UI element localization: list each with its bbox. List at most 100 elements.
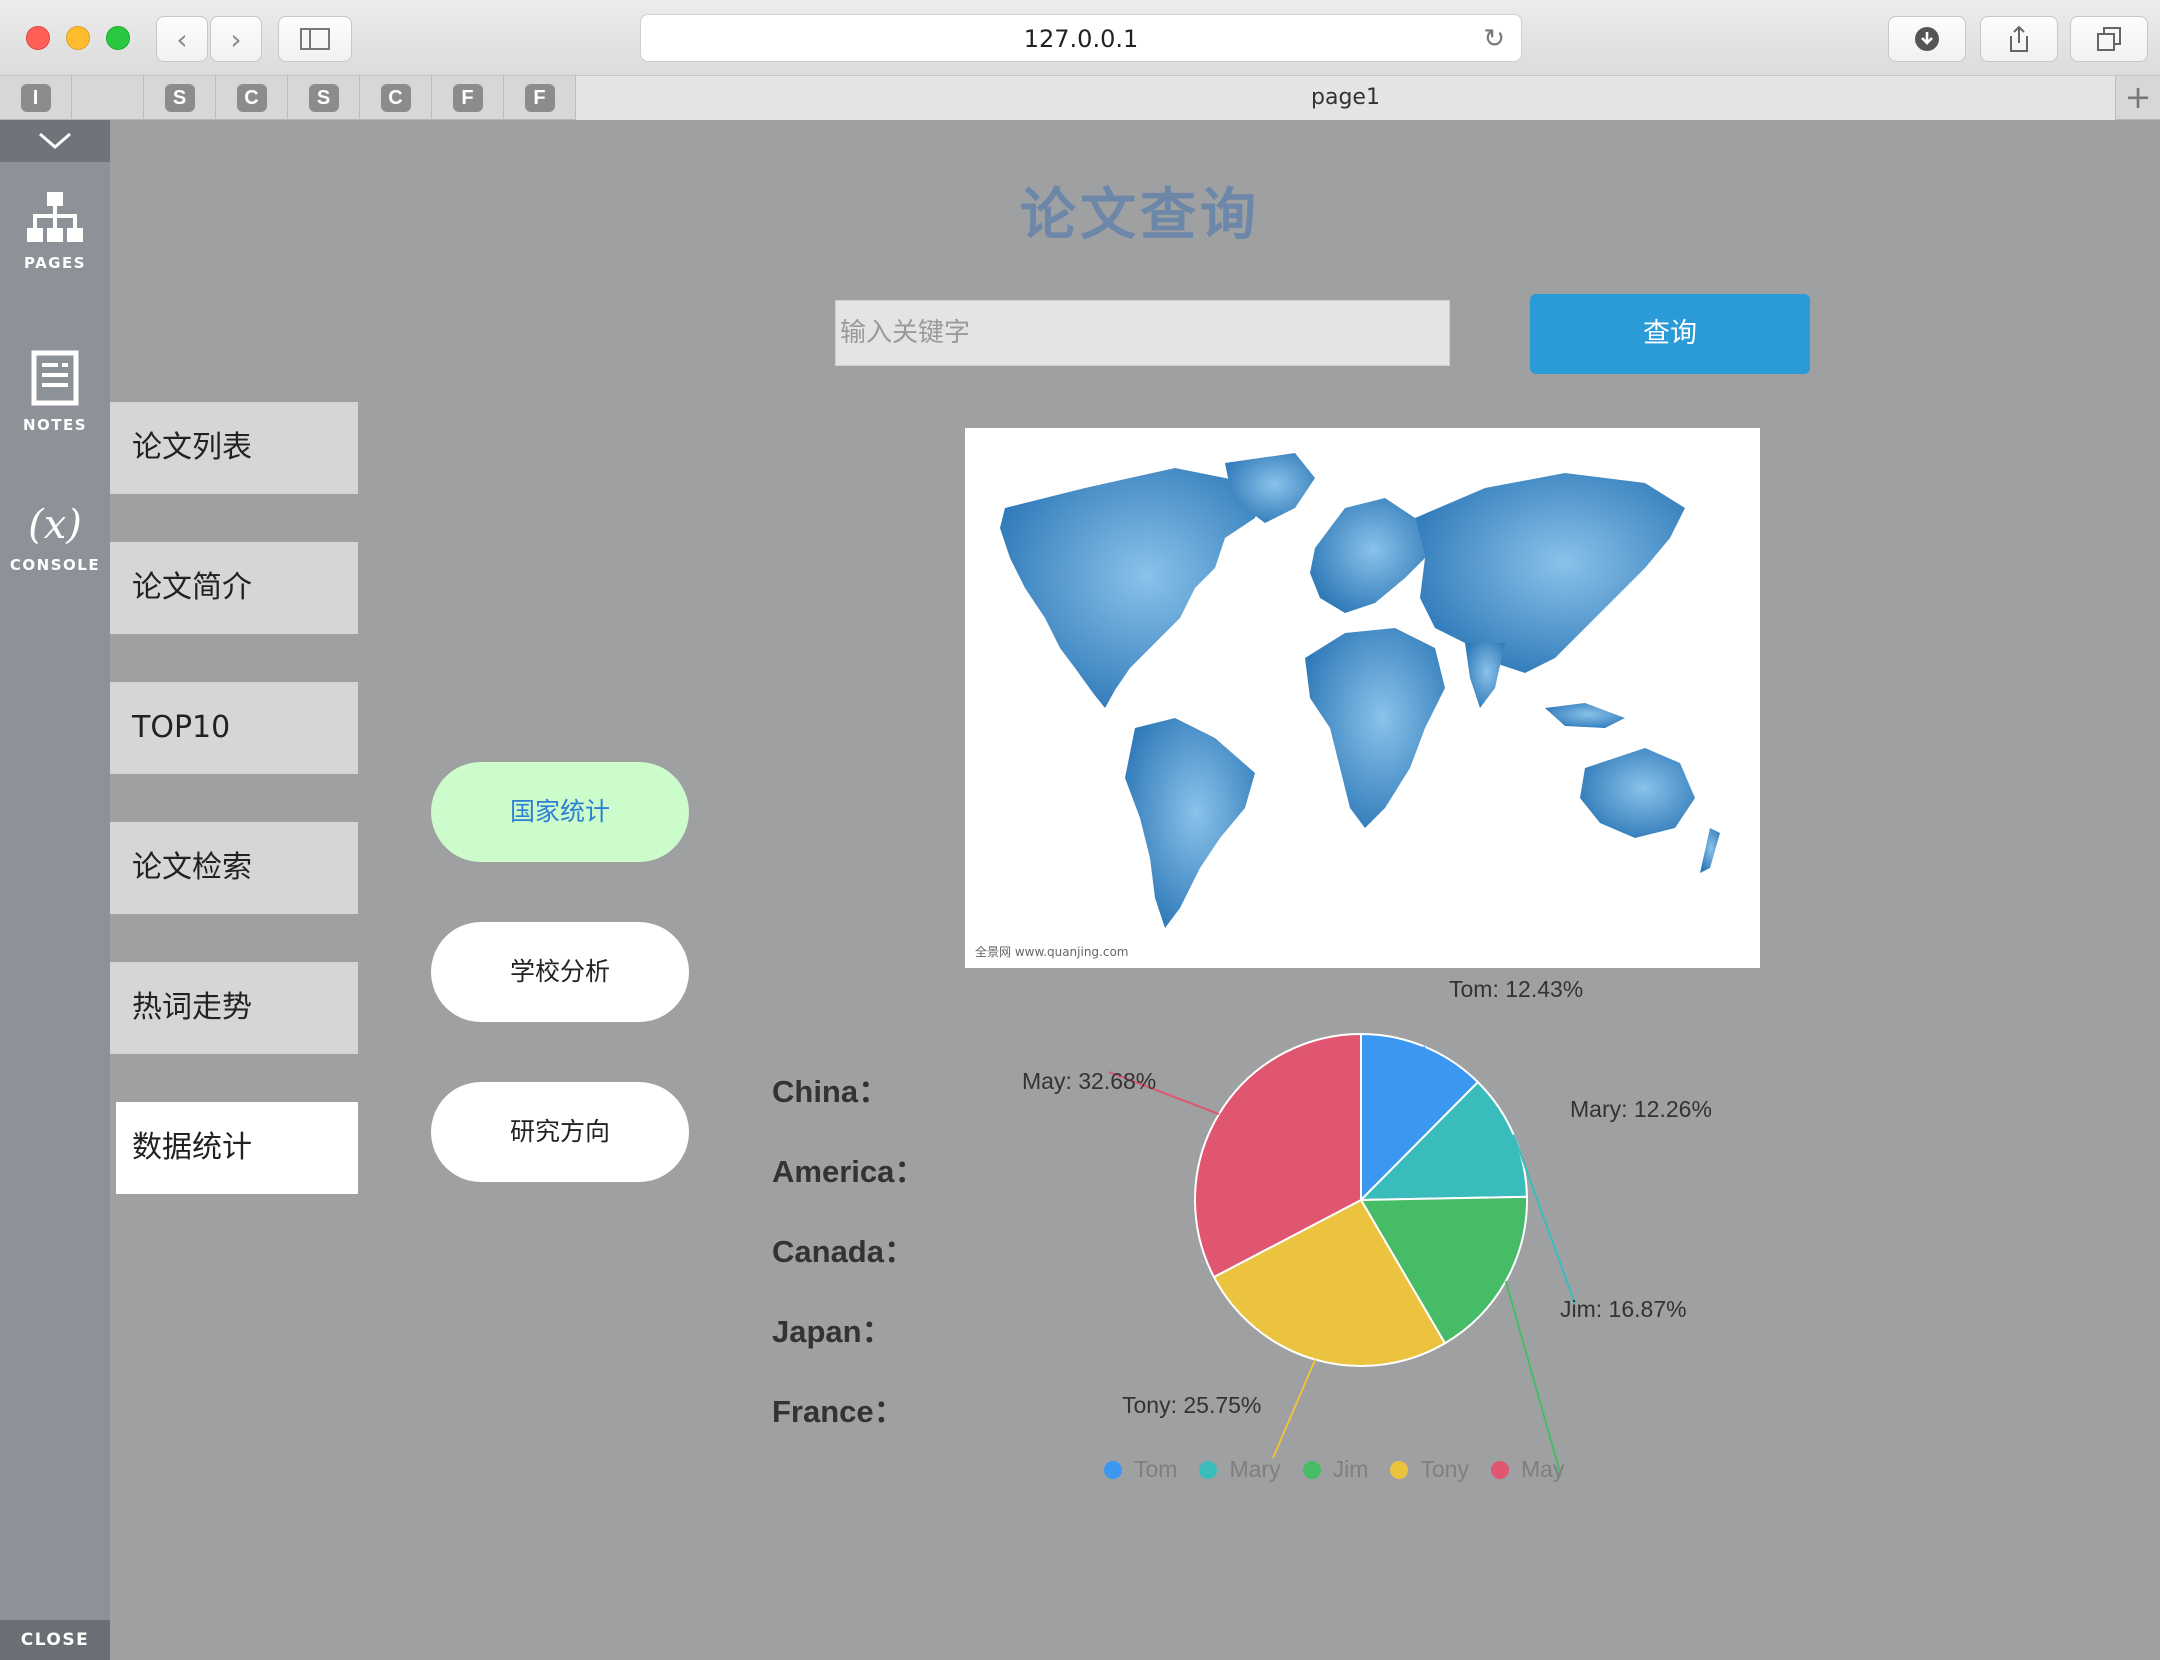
search-button[interactable]: 查询 xyxy=(1530,294,1810,374)
url-text: 127.0.0.1 xyxy=(1023,25,1139,53)
subnav-school-analysis[interactable]: 学校分析 xyxy=(431,922,689,1022)
forward-button[interactable]: › xyxy=(210,16,262,62)
legend-label: Tom xyxy=(1134,1456,1178,1482)
pie-chart-svg xyxy=(1108,1032,1576,1477)
address-bar[interactable]: 127.0.0.1 ↻ xyxy=(640,14,1522,62)
south-america-shape xyxy=(1125,718,1255,928)
new-zealand-shape xyxy=(1700,828,1720,873)
page-title: 论文查询 xyxy=(1020,183,1260,248)
country-label-china: China： xyxy=(772,1074,890,1109)
world-map-image: 全景网 www.quanjing.com xyxy=(965,428,1760,968)
browser-titlebar: ‹ › 127.0.0.1 ↻ xyxy=(0,0,2160,76)
tab-badge: S xyxy=(164,84,195,112)
pie-label-tony: Tony: 25.75% xyxy=(1122,1392,1262,1418)
notes-icon xyxy=(31,350,79,406)
tab-badge: C xyxy=(236,84,267,112)
close-toolbar-button[interactable]: CLOSE xyxy=(0,1620,110,1660)
share-icon xyxy=(2010,25,2028,52)
country-label-france: France： xyxy=(772,1394,905,1429)
map-credit: 全景网 www.quanjing.com xyxy=(975,945,1129,959)
tab-page1[interactable]: page1 xyxy=(575,76,2115,120)
tab-badge: S xyxy=(308,84,339,112)
asia-shape xyxy=(1415,473,1685,673)
pie-label-tom: Tom: 12.43% xyxy=(1449,976,1584,1002)
africa-shape xyxy=(1305,628,1445,828)
notes-label: NOTES xyxy=(22,416,88,434)
chevron-down-icon xyxy=(39,132,71,149)
indonesia-shape xyxy=(1545,703,1625,728)
tab-badge: C xyxy=(380,84,411,112)
tab-s-2[interactable]: S xyxy=(288,76,360,120)
north-america-shape xyxy=(1000,468,1265,708)
reload-icon[interactable]: ↻ xyxy=(1483,15,1505,63)
nav-item-data-stats[interactable]: 数据统计 xyxy=(116,1102,358,1194)
legend-item-tony[interactable]: Tony xyxy=(1390,1456,1469,1483)
tab-badge: I xyxy=(20,84,51,112)
legend-label: Tony xyxy=(1420,1456,1469,1482)
pie-label-mary: Mary: 12.26% xyxy=(1570,1096,1712,1122)
legend-label: May xyxy=(1520,1456,1565,1482)
tabs-icon xyxy=(2097,27,2121,51)
india-shape xyxy=(1465,643,1505,708)
legend-label: Jim xyxy=(1332,1456,1369,1482)
world-map-graphic xyxy=(1000,453,1720,928)
pages-tool[interactable]: PAGES xyxy=(0,192,110,272)
tab-c-1[interactable]: C xyxy=(216,76,288,120)
sitemap-icon xyxy=(27,192,83,242)
pages-label: PAGES xyxy=(23,254,87,272)
legend-dot xyxy=(1302,1460,1321,1479)
legend-dot xyxy=(1490,1460,1509,1479)
legend-dot xyxy=(1104,1460,1122,1479)
pie-label-may: May: 32.68% xyxy=(1022,1068,1157,1094)
australia-shape xyxy=(1580,748,1695,838)
nav-item-paper-intro[interactable]: 论文简介 xyxy=(110,542,358,634)
nav-item-hot-trends[interactable]: 热词走势 xyxy=(110,962,358,1054)
tab-s-1[interactable]: S xyxy=(144,76,216,120)
tabs-overview-button[interactable] xyxy=(2070,16,2148,62)
minimize-window-button[interactable] xyxy=(66,26,90,50)
chevron-right-icon: › xyxy=(230,22,242,56)
pie-chart: Tom: 12.43% Mary: 12.26% Jim: 16.87% Ton… xyxy=(960,960,1760,1520)
downloads-button[interactable] xyxy=(1888,16,1966,62)
tab-f-2[interactable]: F xyxy=(504,76,576,120)
subnav-research-direction[interactable]: 研究方向 xyxy=(431,1082,689,1182)
subnav-country-stats[interactable]: 国家统计 xyxy=(431,762,689,862)
download-icon xyxy=(1915,27,1939,51)
back-button[interactable]: ‹ xyxy=(156,16,208,62)
tab-blank[interactable] xyxy=(72,76,144,120)
country-label-canada: Canada： xyxy=(772,1234,915,1269)
prototype-toolbar: PAGES NOTES (x) CONSOLE CLOSE xyxy=(0,120,110,1660)
chevron-left-icon: ‹ xyxy=(176,22,188,56)
legend-dot xyxy=(1390,1460,1409,1479)
close-window-button[interactable] xyxy=(26,26,50,50)
legend-item-mary[interactable]: Mary xyxy=(1199,1456,1281,1483)
collapse-toolbar-button[interactable] xyxy=(0,120,110,162)
tab-i[interactable]: I xyxy=(0,76,72,120)
tab-bar: I S C S C F F page1 + xyxy=(0,76,2160,120)
nav-item-paper-list[interactable]: 论文列表 xyxy=(110,402,358,494)
notes-tool[interactable]: NOTES xyxy=(0,350,110,434)
tab-c-2[interactable]: C xyxy=(360,76,432,120)
pie-leader-line-tony xyxy=(1272,1359,1317,1459)
new-tab-button[interactable]: + xyxy=(2115,76,2160,120)
pie-label-jim: Jim: 16.87% xyxy=(1560,1296,1687,1322)
tab-badge: F xyxy=(524,84,555,112)
legend-label: Mary xyxy=(1229,1456,1281,1482)
sidebar-toggle-button[interactable] xyxy=(278,16,352,62)
legend-item-jim[interactable]: Jim xyxy=(1302,1456,1369,1483)
europe-shape xyxy=(1310,498,1425,613)
keyword-search-input[interactable] xyxy=(835,300,1450,366)
nav-item-paper-search[interactable]: 论文检索 xyxy=(110,822,358,914)
console-icon: (x) xyxy=(28,502,82,548)
tab-badge: F xyxy=(452,84,483,112)
legend-item-tom[interactable]: Tom xyxy=(1104,1456,1177,1483)
legend-dot xyxy=(1199,1460,1218,1479)
tab-f-1[interactable]: F xyxy=(432,76,504,120)
country-label-japan: Japan： xyxy=(772,1314,893,1349)
legend-item-may[interactable]: May xyxy=(1490,1456,1565,1483)
console-tool[interactable]: (x) CONSOLE xyxy=(0,500,110,574)
share-button[interactable] xyxy=(1980,16,2058,62)
nav-item-top10[interactable]: TOP10 xyxy=(110,682,358,774)
zoom-window-button[interactable] xyxy=(106,26,130,50)
country-label-america: America： xyxy=(772,1154,926,1189)
